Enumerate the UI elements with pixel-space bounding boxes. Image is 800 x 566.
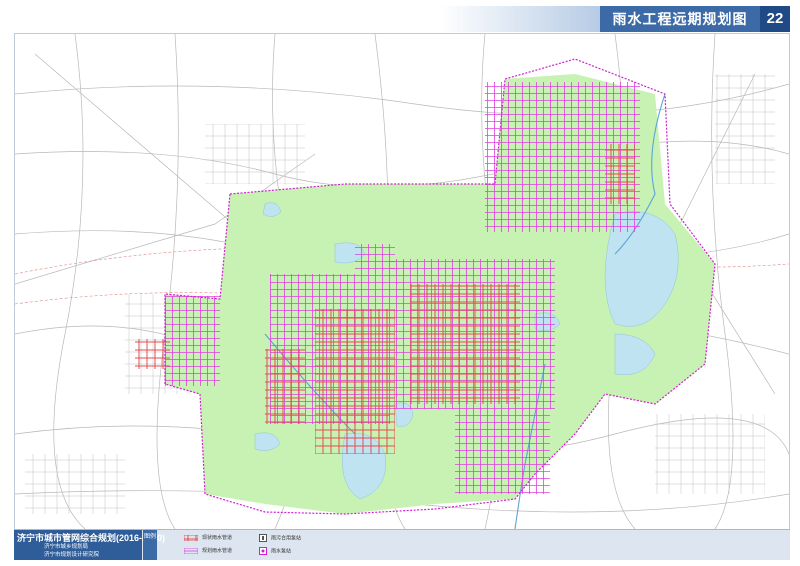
north-suburb-grid	[205, 124, 305, 184]
legend-existing-pipe: 现状雨水管道	[184, 534, 232, 541]
pump-station-symbol-icon	[259, 547, 267, 555]
legend-pump-station-label: 雨水泵站	[271, 548, 292, 555]
existing-pipe-symbol-icon	[184, 534, 198, 541]
legend-tag: 图例	[143, 530, 157, 560]
legend-planned-pipe: 规划雨水管道	[184, 547, 232, 554]
page-number: 22	[760, 6, 790, 32]
combined-outfall-symbol-icon	[259, 534, 267, 542]
southwest-suburb-grid	[25, 454, 125, 514]
legend-existing-pipe-label: 现状雨水管道	[202, 535, 233, 541]
map-title: 雨水工程远期规划图	[600, 6, 760, 32]
org-design-institute: 济宁市规划设计研究院	[44, 552, 100, 558]
legend-combined-outfall: 雨污合用泵站	[259, 534, 301, 542]
legend-combined-outfall-label: 雨污合用泵站	[271, 535, 302, 542]
southeast-suburb-grid	[655, 414, 765, 494]
legend-planned-pipe-label: 规划雨水管道	[202, 548, 233, 554]
map-canvas[interactable]	[14, 33, 790, 530]
footer: 济宁市城市管网综合规划(2016-2030) 济宁市城乡规划局 济宁市规划设计研…	[14, 529, 790, 560]
northeast-suburb-grid	[715, 74, 775, 184]
plan-title-block: 济宁市城市管网综合规划(2016-2030) 济宁市城乡规划局 济宁市规划设计研…	[14, 530, 165, 560]
org-planning-bureau: 济宁市城乡规划局	[44, 544, 89, 550]
planned-pipe-symbol-icon	[184, 547, 198, 554]
map-svg	[15, 34, 789, 529]
legend-pump-station: 雨水泵站	[259, 547, 291, 555]
